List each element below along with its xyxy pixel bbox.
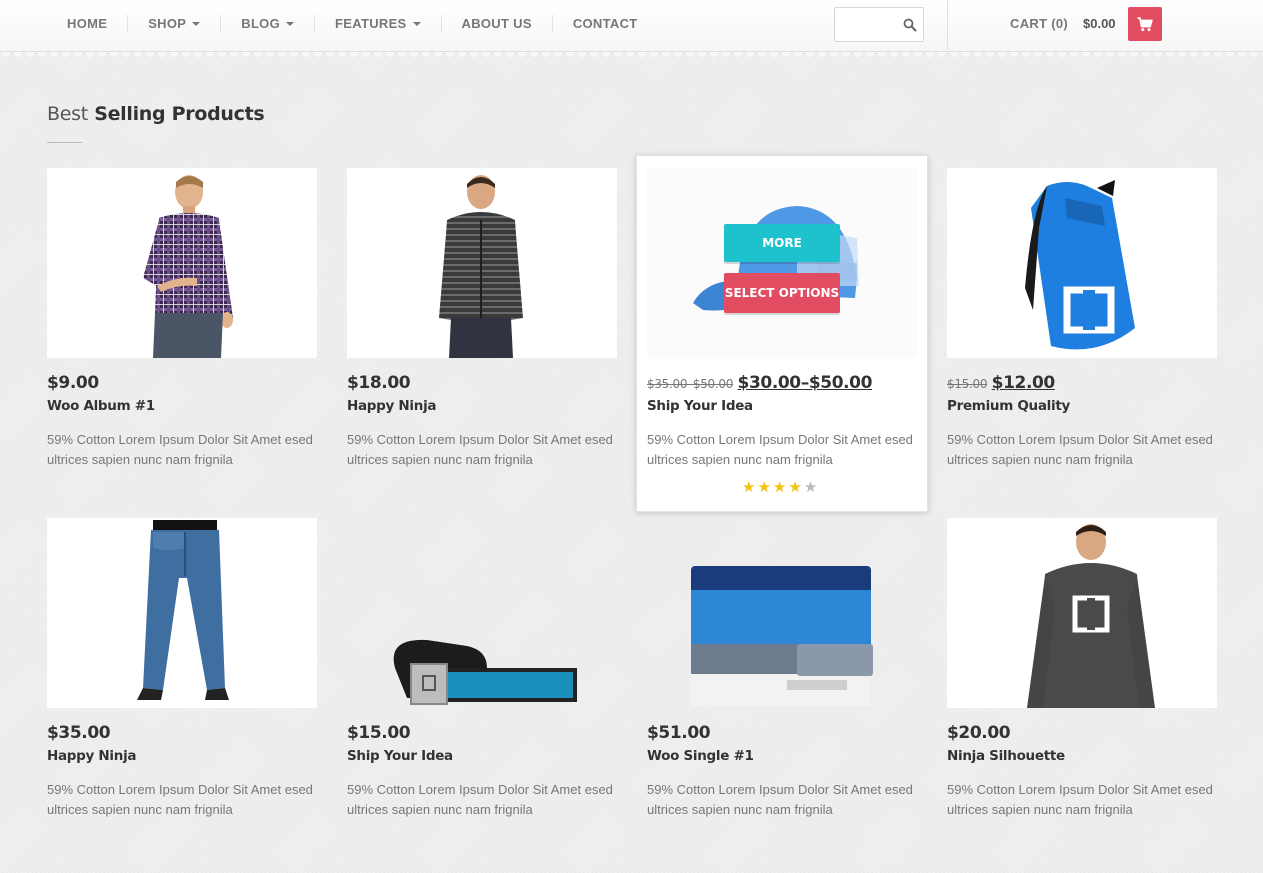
wallet-image: [691, 566, 873, 706]
star-empty-icon: ★: [803, 478, 818, 496]
nav-item-contact[interactable]: CONTACT: [553, 15, 658, 33]
product-image-wallet[interactable]: [647, 518, 917, 708]
select-options-button[interactable]: SELECT OPTIONS: [724, 273, 840, 313]
product-old-price: $15.00: [947, 377, 988, 391]
section-title-bold: Selling Products: [94, 103, 265, 125]
price-row: $20.00: [947, 723, 1011, 743]
header-divider: [947, 0, 948, 50]
product-image-blue-backpack[interactable]: [947, 168, 1217, 358]
product-image-belt[interactable]: [347, 518, 617, 708]
search-input[interactable]: [837, 10, 899, 39]
price-row: $35.00: [47, 723, 111, 743]
product-description: 59% Cotton Lorem Ipsum Dolor Sit Amet es…: [347, 432, 613, 467]
product-name[interactable]: Woo Single #1: [647, 748, 754, 764]
product-description: 59% Cotton Lorem Ipsum Dolor Sit Amet es…: [947, 782, 1213, 817]
product-name[interactable]: Premium Quality: [947, 398, 1070, 414]
nav-item-home[interactable]: HOME: [47, 14, 129, 33]
grey-hoodie-man-image: [1027, 524, 1155, 708]
jeans-image: [137, 520, 229, 700]
star-filled-icon: ★: [772, 478, 787, 496]
product-price: $20.00: [947, 723, 1011, 743]
price-row: $51.00: [647, 723, 711, 743]
nav-item-label: CONTACT: [572, 16, 638, 31]
caret-down-icon: [192, 21, 201, 26]
product-description: 59% Cotton Lorem Ipsum Dolor Sit Amet es…: [947, 432, 1213, 467]
caret-down-icon: [412, 21, 421, 26]
title-underline: [47, 142, 82, 143]
nav-item-label: SHOP: [148, 16, 187, 31]
product-price: $9.00: [47, 373, 99, 393]
nav-item-about-us[interactable]: ABOUT US: [442, 14, 553, 33]
blue-cap-image: [693, 206, 859, 311]
cart-icon: [1137, 16, 1153, 31]
price-row: $35.00–$50.00 $30.00–$50.00: [647, 373, 872, 393]
product-image-plaid-shirt-man[interactable]: [47, 168, 317, 358]
price-row: $18.00: [347, 373, 411, 393]
section-title-light: Best: [47, 103, 88, 125]
price-row: $9.00: [47, 373, 99, 393]
product-name[interactable]: Happy Ninja: [47, 748, 137, 764]
nav-item-blog[interactable]: BLOG: [221, 14, 316, 33]
rating-stars: ★ ★ ★ ★ ★: [742, 480, 817, 495]
search-box: [834, 7, 924, 42]
product-description: 59% Cotton Lorem Ipsum Dolor Sit Amet es…: [47, 782, 313, 817]
product-name[interactable]: Happy Ninja: [347, 398, 437, 414]
star-filled-icon: ★: [742, 478, 756, 496]
striped-hoodie-man-image: [439, 175, 523, 358]
product-description: 59% Cotton Lorem Ipsum Dolor Sit Amet es…: [647, 782, 913, 817]
blue-backpack-image: [1025, 180, 1135, 350]
cart-label: CART: [1010, 16, 1048, 31]
product-image-jeans[interactable]: [47, 518, 317, 708]
star-filled-icon: ★: [757, 478, 771, 496]
section-title: Best Selling Products: [47, 103, 265, 125]
nav-item-features[interactable]: FEATURES: [315, 14, 442, 33]
search-icon[interactable]: [903, 18, 917, 32]
product-image-blue-cap[interactable]: [647, 168, 917, 358]
product-description: 59% Cotton Lorem Ipsum Dolor Sit Amet es…: [647, 432, 913, 467]
nav-item-label: HOME: [67, 16, 108, 31]
product-price: $30.00–$50.00: [737, 373, 873, 393]
product-image-grey-hoodie-man[interactable]: [947, 518, 1217, 708]
product-price: $18.00: [347, 373, 411, 393]
nav-item-label: FEATURES: [335, 16, 407, 31]
product-name[interactable]: Ninja Silhouette: [947, 748, 1065, 764]
product-price: $51.00: [647, 723, 711, 743]
nav-item-label: ABOUT US: [461, 16, 532, 31]
belt-image: [393, 639, 577, 705]
product-name[interactable]: Woo Album #1: [47, 398, 155, 414]
nav-item-label: BLOG: [241, 16, 281, 31]
top-header-bar: HOME SHOP BLOG FEATURES ABOUT US CONTACT…: [0, 0, 1263, 52]
caret-down-icon: [286, 21, 295, 26]
price-row: $15.00: [347, 723, 411, 743]
product-description: 59% Cotton Lorem Ipsum Dolor Sit Amet es…: [47, 432, 313, 467]
nav-item-shop[interactable]: SHOP: [128, 14, 222, 33]
product-price: $15.00: [347, 723, 411, 743]
product-price: $35.00: [47, 723, 111, 743]
product-name[interactable]: Ship Your Idea: [647, 398, 753, 414]
product-price: $12.00: [991, 373, 1056, 393]
cart-button[interactable]: [1128, 7, 1162, 41]
more-button[interactable]: MORE: [724, 224, 840, 262]
cart-link[interactable]: CART (0): [1010, 16, 1068, 31]
product-image-striped-hoodie-man[interactable]: [347, 168, 617, 358]
cart-count: (0): [1051, 16, 1069, 31]
plaid-shirt-man-image: [143, 175, 233, 358]
header-zigzag-edge: [0, 52, 1263, 64]
product-name[interactable]: Ship Your Idea: [347, 748, 453, 764]
product-description: 59% Cotton Lorem Ipsum Dolor Sit Amet es…: [347, 782, 613, 817]
cart-total: $0.00: [1083, 16, 1116, 31]
star-filled-icon: ★: [788, 478, 802, 496]
main-nav: HOME SHOP BLOG FEATURES ABOUT US CONTACT: [47, 0, 658, 47]
product-old-price: $35.00–$50.00: [647, 377, 734, 391]
price-row: $15.00 $12.00: [947, 373, 1055, 393]
